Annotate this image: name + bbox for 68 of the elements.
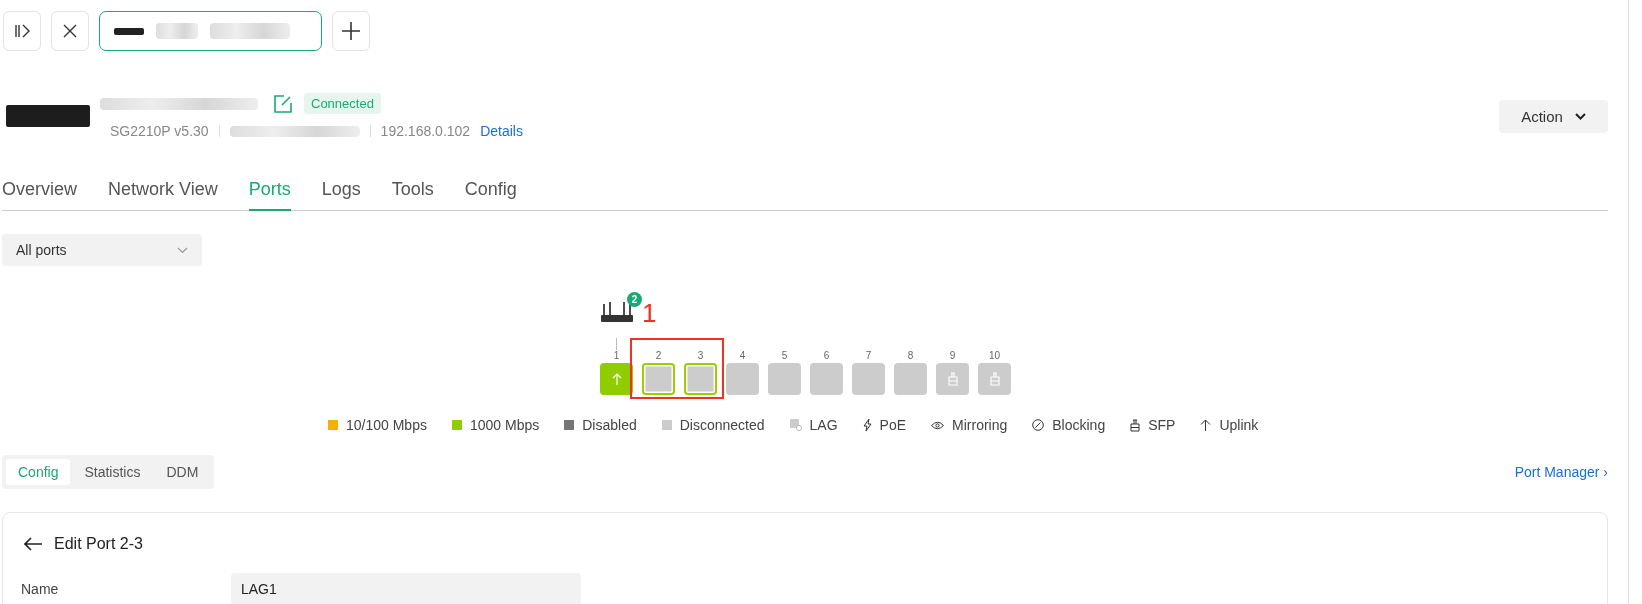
edit-icon[interactable] bbox=[274, 94, 292, 113]
port-filter-dropdown[interactable]: All ports bbox=[2, 234, 202, 266]
legend-label: LAG bbox=[809, 417, 838, 433]
port[interactable] bbox=[600, 363, 633, 395]
details-link[interactable]: Details bbox=[480, 123, 523, 139]
legend-label: Mirroring bbox=[952, 417, 1008, 433]
legend-label: Blocking bbox=[1052, 417, 1106, 433]
arrow-up-icon bbox=[1200, 419, 1212, 431]
chevron-down-icon bbox=[1574, 112, 1586, 120]
sfp-icon bbox=[1130, 418, 1141, 432]
eye-icon bbox=[931, 420, 945, 430]
port-number: 4 bbox=[739, 350, 746, 361]
legend-label: 10/100 Mbps bbox=[346, 417, 427, 433]
legend-label: SFP bbox=[1148, 417, 1176, 433]
legend-label: Disabled bbox=[582, 417, 637, 433]
plus-icon bbox=[342, 22, 360, 40]
legend-label: Uplink bbox=[1219, 417, 1259, 433]
status-badge: Connected bbox=[304, 93, 381, 114]
blocked-icon bbox=[1032, 419, 1045, 431]
switch-icon bbox=[114, 27, 144, 35]
legend-label: PoE bbox=[879, 417, 907, 433]
router-icon bbox=[600, 302, 634, 324]
tab[interactable]: Network View bbox=[108, 173, 218, 211]
redacted-block bbox=[156, 23, 198, 39]
tab[interactable]: Logs bbox=[321, 173, 361, 211]
arrow-up-icon bbox=[611, 373, 622, 385]
back-arrow-icon[interactable] bbox=[24, 537, 42, 551]
port-number: 9 bbox=[949, 350, 956, 361]
port-manager-link[interactable]: Port Manager › bbox=[1514, 464, 1608, 480]
device-tab[interactable] bbox=[99, 11, 322, 51]
legend-label: 1000 Mbps bbox=[469, 417, 540, 433]
close-icon bbox=[63, 24, 77, 38]
port[interactable] bbox=[936, 363, 969, 395]
port-number: 8 bbox=[907, 350, 914, 361]
port-number: 1 bbox=[613, 350, 620, 361]
tab[interactable]: Overview bbox=[2, 173, 77, 211]
ip-address: 192.168.0.102 bbox=[380, 123, 471, 139]
tab[interactable]: Tools bbox=[391, 173, 434, 211]
port[interactable] bbox=[684, 363, 717, 395]
action-button[interactable]: Action bbox=[1499, 99, 1608, 133]
port[interactable] bbox=[978, 363, 1011, 395]
close-button[interactable] bbox=[51, 11, 89, 51]
annotation-label: 1 bbox=[642, 300, 657, 326]
port-number: 3 bbox=[697, 350, 704, 361]
expand-icon bbox=[14, 24, 30, 38]
field-label: Name bbox=[21, 581, 60, 597]
port[interactable] bbox=[642, 363, 675, 395]
sfp-icon bbox=[947, 372, 958, 386]
port-number: 10 bbox=[988, 350, 1001, 361]
port-number: 5 bbox=[781, 350, 788, 361]
legend-label: Disconnected bbox=[679, 417, 765, 433]
sub-tab[interactable]: Statistics bbox=[72, 459, 153, 485]
link-line bbox=[616, 338, 617, 350]
port-number: 7 bbox=[865, 350, 872, 361]
expand-sidebar-button[interactable] bbox=[3, 11, 41, 51]
lag-icon bbox=[789, 419, 802, 431]
lightning-icon bbox=[862, 419, 872, 431]
tab[interactable]: Config bbox=[464, 173, 517, 211]
sfp-icon bbox=[989, 372, 1000, 386]
name-input[interactable]: LAG1 bbox=[231, 573, 581, 604]
add-button[interactable] bbox=[332, 11, 370, 51]
model-text: SG2210P v5.30 bbox=[110, 123, 209, 139]
sub-tab[interactable]: DDM bbox=[154, 459, 211, 485]
card-title: Edit Port 2-3 bbox=[54, 535, 143, 553]
port-number: 2 bbox=[655, 350, 662, 361]
port-number: 6 bbox=[823, 350, 830, 361]
count-badge: 2 bbox=[627, 292, 642, 307]
chevron-down-icon bbox=[177, 246, 188, 254]
